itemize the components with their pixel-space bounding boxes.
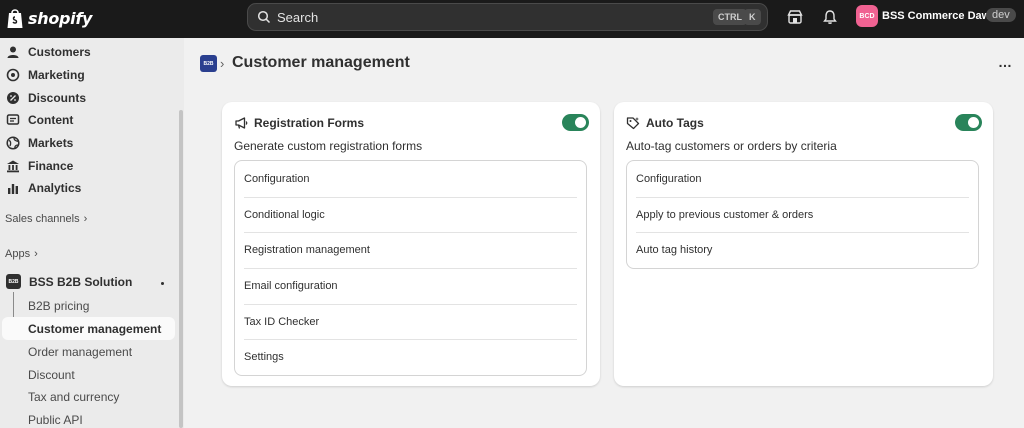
nav-discounts[interactable]: Discounts — [6, 88, 86, 108]
list-item-apply-previous[interactable]: Apply to previous customer & orders — [627, 196, 978, 233]
sales-channels-header[interactable]: Sales channels › — [5, 213, 87, 225]
sub-item-b2b-pricing[interactable]: B2B pricing — [28, 299, 89, 313]
app-pin-dot — [161, 282, 164, 285]
apps-header[interactable]: Apps › — [5, 248, 38, 260]
list-item-tax-id-checker[interactable]: Tax ID Checker — [235, 303, 586, 340]
megaphone-icon — [235, 117, 248, 129]
target-icon — [6, 68, 20, 82]
nav-content[interactable]: Content — [6, 110, 73, 130]
shopping-bag-icon — [7, 9, 23, 28]
card-title: Auto Tags — [646, 116, 704, 130]
list-item-configuration[interactable]: Configuration — [627, 161, 978, 197]
nav-label: Content — [28, 113, 74, 127]
sub-item-order-management[interactable]: Order management — [28, 345, 132, 359]
nav-customers[interactable]: Customers — [6, 42, 91, 62]
nav-label: Markets — [28, 136, 74, 150]
page-title: Customer management — [232, 54, 410, 71]
list-item-settings[interactable]: Settings — [235, 339, 586, 375]
bell-icon[interactable] — [822, 9, 838, 25]
discount-icon — [7, 92, 19, 104]
search-placeholder: Search — [277, 9, 319, 25]
breadcrumb-app-logo[interactable]: B2B — [200, 55, 217, 72]
tag-icon — [626, 117, 640, 130]
logo-text: shopify — [28, 8, 93, 28]
chevron-right-icon: › — [34, 248, 38, 260]
store-icon[interactable] — [787, 9, 803, 25]
shortcut-k-key: K — [744, 9, 761, 25]
globe-icon — [6, 136, 20, 150]
list-item-auto-tag-history[interactable]: Auto tag history — [627, 232, 978, 268]
auto-tags-toggle[interactable] — [955, 114, 982, 131]
sub-item-customer-management[interactable]: Customer management — [28, 322, 161, 336]
sidebar-scrollbar[interactable] — [179, 110, 183, 428]
sales-channels-label: Sales channels — [5, 213, 80, 225]
top-bar: shopify Search CTRL K BCD BSS Commerce D… — [0, 0, 1024, 38]
auto-tags-card: Auto Tags Auto-tag customers or orders b… — [614, 102, 993, 386]
sub-item-tax-currency[interactable]: Tax and currency — [28, 390, 119, 404]
chevron-right-icon: › — [83, 213, 88, 225]
registration-forms-card: Registration Forms Generate custom regis… — [222, 102, 600, 386]
list-item-configuration[interactable]: Configuration — [235, 161, 586, 197]
card-title: Registration Forms — [254, 116, 365, 130]
card-header: Auto Tags — [626, 116, 704, 130]
nav-markets[interactable]: Markets — [6, 133, 73, 153]
bank-icon — [7, 160, 19, 173]
store-avatar[interactable]: BCD — [856, 5, 878, 27]
content-icon — [6, 114, 20, 125]
bar-chart-icon — [8, 184, 18, 194]
nav-label: Analytics — [28, 181, 82, 195]
card-description: Generate custom registration forms — [234, 139, 423, 153]
nav-analytics[interactable]: Analytics — [6, 178, 81, 198]
shortcut-ctrl-key: CTRL — [713, 9, 747, 25]
store-name[interactable]: BSS Commerce Dawn — [882, 10, 997, 22]
registration-toggle[interactable] — [562, 114, 589, 131]
app-bss-b2b[interactable]: B2B BSS B2B Solution — [6, 274, 132, 289]
search-bar[interactable]: Search CTRL K — [247, 3, 768, 31]
app-logo: B2B — [6, 274, 21, 289]
more-actions-button[interactable]: … — [998, 54, 1013, 70]
list-item-email-configuration[interactable]: Email configuration — [235, 268, 586, 304]
env-badge: dev — [986, 8, 1016, 22]
nav-label: Discounts — [28, 91, 87, 105]
registration-menu-list: Configuration Conditional logic Registra… — [234, 160, 587, 377]
card-description: Auto-tag customers or orders by criteria — [626, 139, 837, 153]
nav-finance[interactable]: Finance — [6, 156, 73, 176]
list-item-conditional-logic[interactable]: Conditional logic — [235, 196, 586, 233]
auto-tags-menu-list: Configuration Apply to previous customer… — [626, 160, 979, 270]
person-icon — [7, 46, 19, 58]
app-name: BSS B2B Solution — [29, 274, 133, 289]
nav-label: Marketing — [28, 68, 85, 82]
shopify-logo[interactable]: shopify — [6, 7, 92, 29]
search-icon — [257, 10, 271, 24]
card-header: Registration Forms — [234, 116, 364, 130]
nav-label: Customers — [28, 45, 91, 59]
nav-label: Finance — [28, 159, 74, 173]
sub-item-public-api[interactable]: Public API — [28, 413, 83, 427]
chevron-right-icon: › — [220, 56, 225, 71]
nav-marketing[interactable]: Marketing — [6, 65, 85, 85]
apps-label: Apps — [5, 248, 31, 260]
list-item-registration-management[interactable]: Registration management — [235, 232, 586, 268]
sub-item-discount[interactable]: Discount — [28, 368, 75, 382]
